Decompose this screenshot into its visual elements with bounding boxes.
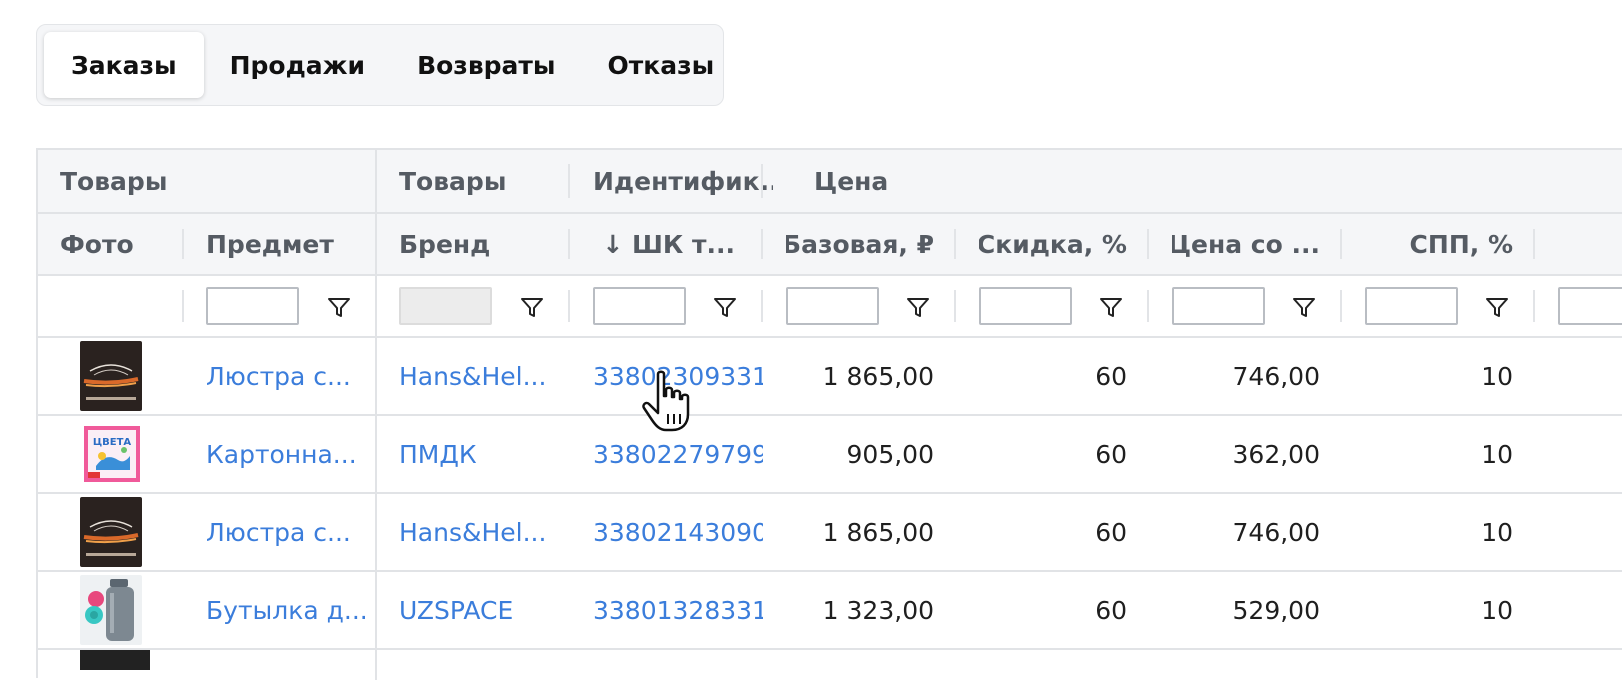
group-header-products: Товары bbox=[60, 166, 168, 196]
product-photo[interactable]: ЦВЕТА bbox=[84, 416, 146, 492]
discounted-price-value: 529,00 bbox=[1232, 595, 1320, 625]
column-divider bbox=[954, 290, 956, 322]
filter-icon[interactable] bbox=[327, 297, 351, 319]
filter-icon[interactable] bbox=[1485, 297, 1509, 319]
group-header-price: Цена bbox=[814, 166, 889, 196]
filter-icon[interactable] bbox=[1292, 297, 1316, 319]
group-header-products-2: Товары bbox=[399, 166, 507, 196]
column-divider[interactable] bbox=[954, 229, 956, 259]
barcode-link[interactable]: 33801328331 bbox=[593, 572, 763, 648]
tab-refusals[interactable]: Отказы bbox=[582, 32, 741, 98]
bottle-thumbnail bbox=[80, 575, 142, 645]
column-divider[interactable] bbox=[1340, 229, 1342, 259]
base-price-value: 1 865,00 bbox=[822, 517, 934, 547]
filter-icon[interactable] bbox=[520, 297, 544, 319]
column-header-brand[interactable]: Бренд bbox=[399, 214, 549, 274]
brand-link[interactable]: Hans&Hel... bbox=[399, 494, 559, 570]
discount-value: 60 bbox=[1095, 439, 1127, 469]
spp-value: 10 bbox=[1481, 439, 1513, 469]
filter-icon[interactable] bbox=[906, 297, 930, 319]
discounted-price-value: 746,00 bbox=[1232, 361, 1320, 391]
spp-value: 10 bbox=[1481, 361, 1513, 391]
row-divider bbox=[38, 648, 1622, 650]
discounted-price-value: 746,00 bbox=[1232, 517, 1320, 547]
discount-value: 60 bbox=[1095, 595, 1127, 625]
column-divider bbox=[568, 164, 570, 198]
column-divider bbox=[568, 290, 570, 322]
filter-icon[interactable] bbox=[1099, 297, 1123, 319]
group-header-identifiers[interactable]: Идентифик... bbox=[593, 150, 773, 212]
tab-returns[interactable]: Возвраты bbox=[391, 32, 581, 98]
column-header-subject[interactable]: Предмет bbox=[206, 214, 356, 274]
table-row[interactable]: Люстра с... Hans&Hel... 33802143090 1 86… bbox=[38, 494, 1622, 570]
barcode-link[interactable]: 33802143090 bbox=[593, 494, 763, 570]
product-photo[interactable] bbox=[80, 572, 150, 648]
column-header-spp[interactable]: СПП, % bbox=[1365, 214, 1513, 274]
column-header-photo[interactable]: Фото bbox=[60, 214, 160, 274]
group-header-row: Товары Товары Идентифик... Цена bbox=[38, 150, 1622, 212]
brand-link[interactable]: Hans&Hel... bbox=[399, 338, 559, 414]
base-price-value: 905,00 bbox=[846, 439, 934, 469]
discounted-price-filter-input[interactable] bbox=[1172, 287, 1265, 325]
column-divider[interactable] bbox=[568, 229, 570, 259]
spp-filter-input[interactable] bbox=[1365, 287, 1458, 325]
product-photo[interactable] bbox=[80, 494, 150, 570]
brand-link[interactable]: UZSPACE bbox=[399, 572, 559, 648]
table-row[interactable]: Люстра с... Hans&Hel... 33802309331 1 86… bbox=[38, 338, 1622, 414]
base-price-value: 1 323,00 bbox=[822, 595, 934, 625]
subject-link[interactable]: Бутылка д... bbox=[206, 572, 366, 648]
subject-link[interactable]: Картонна... bbox=[206, 416, 366, 492]
discount-value: 60 bbox=[1095, 361, 1127, 391]
column-divider[interactable] bbox=[761, 229, 763, 259]
orders-table: Товары Товары Идентифик... Цена Фото Пре… bbox=[36, 148, 1622, 680]
column-divider bbox=[761, 290, 763, 322]
next-column-filter-input[interactable] bbox=[1558, 287, 1622, 325]
discounted-price-value: 362,00 bbox=[1232, 439, 1320, 469]
table-row[interactable]: Бутылка д... UZSPACE 33801328331 1 323,0… bbox=[38, 572, 1622, 648]
column-divider bbox=[761, 164, 763, 198]
barcode-filter-input[interactable] bbox=[593, 287, 686, 325]
table-row[interactable]: ЦВЕТА Картонна... ПМДК 33802279799 905,0… bbox=[38, 416, 1622, 492]
discount-filter-input[interactable] bbox=[979, 287, 1072, 325]
tab-sales[interactable]: Продажи bbox=[204, 32, 391, 98]
book-thumbnail: ЦВЕТА bbox=[84, 426, 140, 482]
product-photo[interactable] bbox=[80, 338, 150, 414]
group-divider bbox=[375, 150, 377, 680]
column-divider bbox=[1533, 290, 1535, 322]
filter-icon[interactable] bbox=[713, 297, 737, 319]
column-header-row: Фото Предмет Бренд ↓ ШК т... Базовая, ₽ … bbox=[38, 214, 1622, 274]
tab-bar: Заказы Продажи Возвраты Отказы bbox=[36, 24, 724, 106]
column-divider bbox=[1147, 290, 1149, 322]
spp-value: 10 bbox=[1481, 517, 1513, 547]
column-divider bbox=[1340, 290, 1342, 322]
svg-text:ЦВЕТА: ЦВЕТА bbox=[93, 437, 132, 448]
column-divider[interactable] bbox=[1533, 229, 1535, 259]
chandelier-thumbnail bbox=[80, 497, 142, 567]
subject-link[interactable]: Люстра с... bbox=[206, 494, 366, 570]
subject-filter-input[interactable] bbox=[206, 287, 299, 325]
brand-filter-input[interactable] bbox=[399, 287, 492, 325]
discount-value: 60 bbox=[1095, 517, 1127, 547]
column-header-barcode-sorted[interactable]: ↓ ШК т... bbox=[593, 214, 735, 274]
product-photo-partial bbox=[80, 650, 150, 670]
column-header-discounted-price[interactable]: Цена со ... bbox=[1172, 214, 1320, 274]
column-header-base-price[interactable]: Базовая, ₽ bbox=[786, 214, 934, 274]
brand-link[interactable]: ПМДК bbox=[399, 416, 559, 492]
column-divider[interactable] bbox=[1147, 229, 1149, 259]
spp-value: 10 bbox=[1481, 595, 1513, 625]
base-price-value: 1 865,00 bbox=[822, 361, 934, 391]
column-divider bbox=[182, 290, 184, 322]
subject-link[interactable]: Люстра с... bbox=[206, 338, 366, 414]
filter-row bbox=[38, 276, 1622, 336]
chandelier-thumbnail bbox=[80, 341, 142, 411]
base-price-filter-input[interactable] bbox=[786, 287, 879, 325]
hand-cursor-icon bbox=[642, 370, 690, 432]
tab-orders[interactable]: Заказы bbox=[44, 32, 204, 98]
column-header-discount[interactable]: Скидка, % bbox=[979, 214, 1127, 274]
column-divider[interactable] bbox=[182, 229, 184, 259]
